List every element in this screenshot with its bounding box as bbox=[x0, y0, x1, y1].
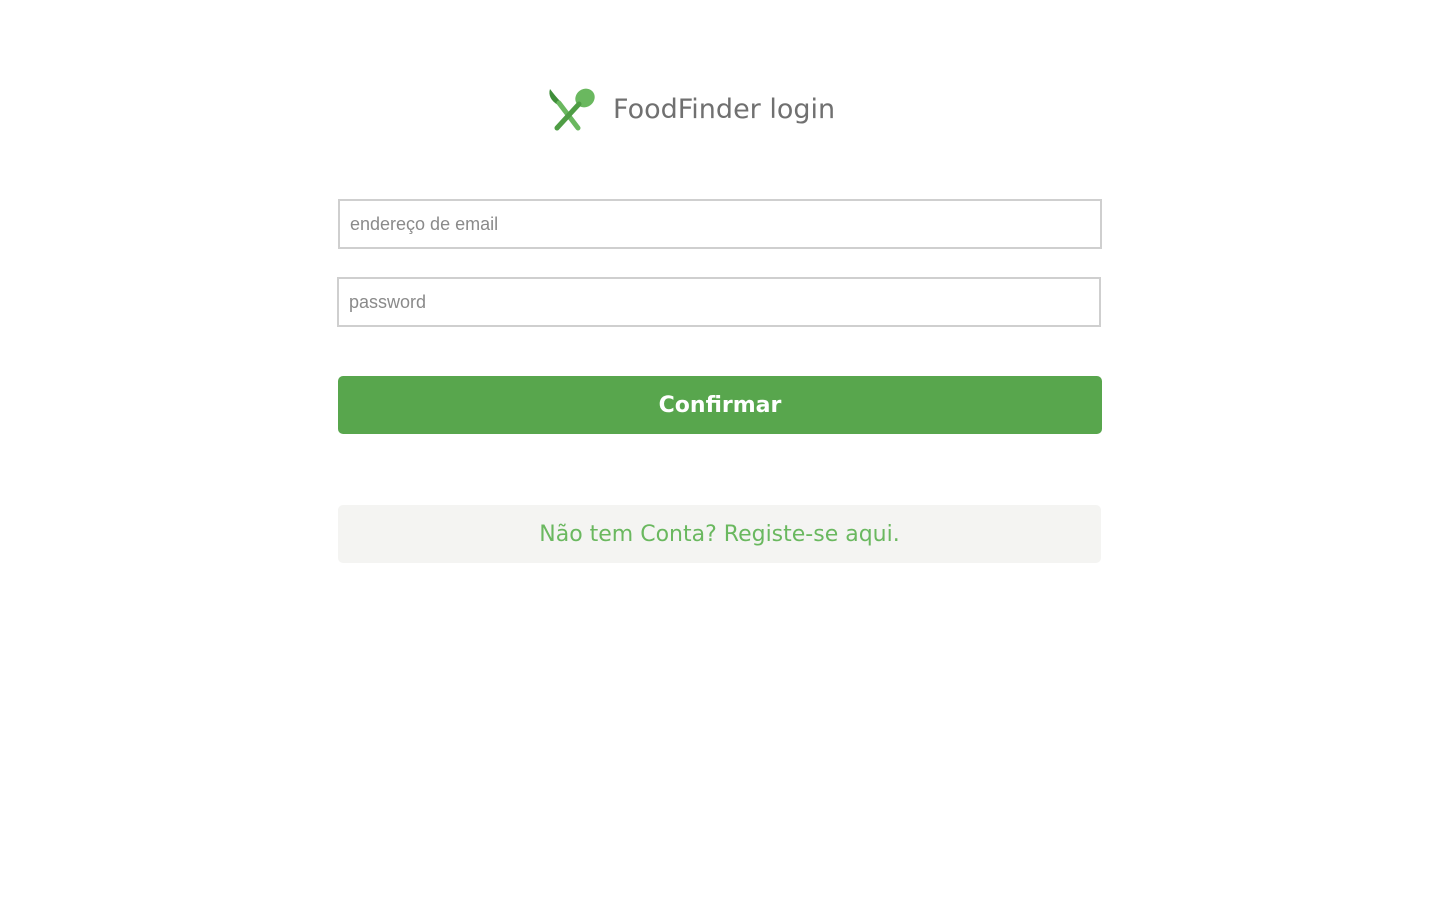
page-title: FoodFinder login bbox=[613, 93, 836, 125]
confirm-button[interactable]: Confirmar bbox=[338, 376, 1102, 434]
login-header: FoodFinder login bbox=[545, 84, 835, 134]
register-link[interactable]: Não tem Conta? Registe-se aqui. bbox=[338, 505, 1101, 563]
password-input[interactable] bbox=[337, 277, 1101, 327]
email-input[interactable] bbox=[338, 199, 1102, 249]
fork-spoon-logo-icon bbox=[545, 85, 597, 133]
login-page: FoodFinder login Confirmar Não tem Conta… bbox=[0, 0, 1440, 900]
